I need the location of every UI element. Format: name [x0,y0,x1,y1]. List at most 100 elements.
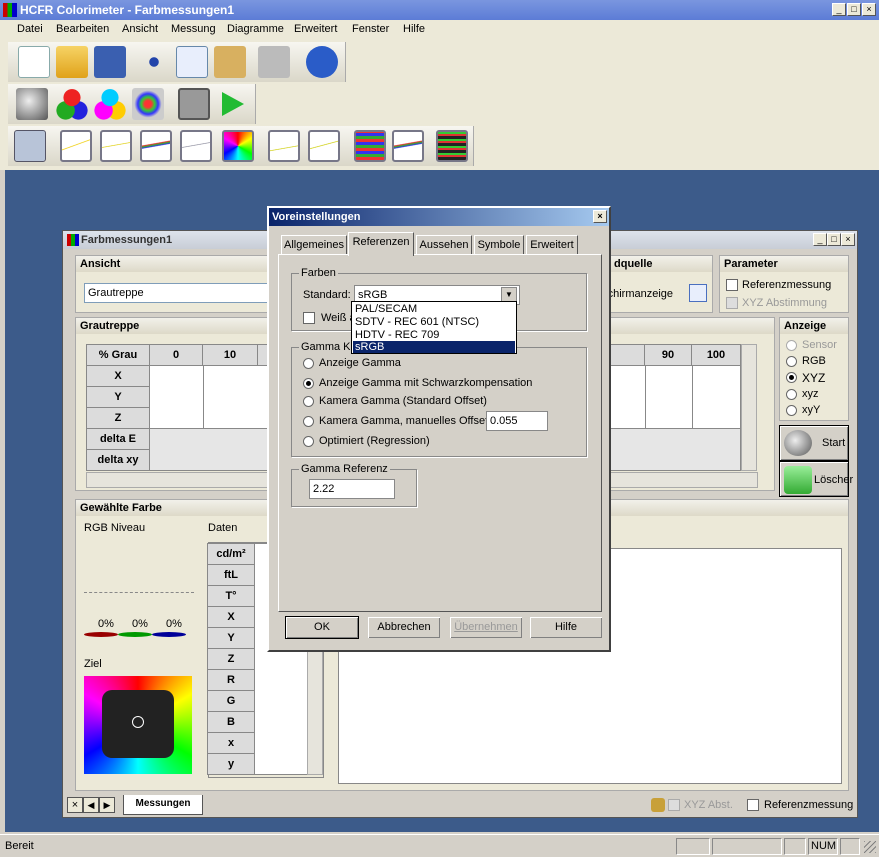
child-maximize-button[interactable]: □ [827,233,841,246]
all-colors-icon[interactable] [132,88,164,120]
sensor-icon[interactable] [16,88,48,120]
play-icon[interactable] [222,92,244,116]
radio-xyz-lower[interactable] [786,389,797,400]
app-title-bar: HCFR Colorimeter - Farbmessungen1 [0,0,879,20]
dropdown-option-selected[interactable]: sRGB [353,341,515,353]
menu-fenster[interactable]: Fenster [352,23,389,35]
radio-gamma-1[interactable] [303,378,314,389]
grid-cells-right-grey[interactable] [589,428,741,471]
radio-gamma-4[interactable] [303,436,314,447]
primary-colors-icon[interactable] [56,88,88,120]
maximize-button[interactable]: □ [847,3,861,16]
radio-gamma-3[interactable] [303,416,314,427]
cie-chart-icon[interactable] [222,130,254,162]
tab-referenzen[interactable]: Referenzen [348,232,414,256]
luminance-graph-icon[interactable] [140,130,172,162]
radio-rgb-label: RGB [802,355,826,367]
rgb-graph-icon[interactable] [100,130,132,162]
apply-button[interactable]: Übernehmen [449,616,523,639]
ok-button[interactable]: OK [285,616,359,639]
ansicht-select[interactable]: Grautreppe [84,283,274,303]
saturation-graph-icon[interactable] [308,130,340,162]
gamma-graph-icon[interactable] [60,130,92,162]
menu-ansicht[interactable]: Ansicht [122,23,158,35]
menu-datei[interactable]: Datei [17,23,43,35]
ref-checkbox[interactable] [726,279,738,291]
copy-icon[interactable] [176,46,208,78]
menu-erweitert[interactable]: Erweitert [294,23,337,35]
row-header: delta E [86,428,150,450]
tab-erweitert[interactable]: Erweitert [526,235,578,255]
colortemp-graph-icon[interactable] [180,130,212,162]
radio-gamma-0[interactable] [303,358,314,369]
app-icon [3,3,17,17]
vertical-scrollbar[interactable] [741,344,757,471]
xyz-label: XYZ Abstimmung [742,297,827,309]
save-icon[interactable] [94,46,126,78]
menu-hilfe[interactable]: Hilfe [403,23,425,35]
gamma-ref-input[interactable]: 2.22 [309,479,395,499]
menu-messung[interactable]: Messung [171,23,216,35]
blue-percent: 0% [166,618,182,630]
new-file-icon[interactable] [18,46,50,78]
tab-close-icon[interactable]: × [67,797,83,813]
radio-sensor-label: Sensor [802,339,837,351]
xyz-checkbox[interactable] [726,297,738,309]
help-icon[interactable] [306,46,338,78]
dialog-close-button[interactable]: × [593,210,607,223]
radio-sensor[interactable] [786,340,797,351]
spectrum-graph-icon[interactable] [436,130,468,162]
gamma-option-label: Kamera Gamma, manuelles Offset [319,415,489,427]
print-icon[interactable] [258,46,290,78]
near-black-graph-icon[interactable] [354,130,386,162]
clear-button[interactable]: Löscher [779,461,853,497]
tab-aussehen[interactable]: Aussehen [416,235,472,255]
col-header: 0 [149,344,203,366]
child-minimize-button[interactable]: _ [813,233,827,246]
open-folder-icon[interactable] [56,46,88,78]
dropdown-option[interactable]: PAL/SECAM [353,303,515,315]
display-settings-icon[interactable] [689,284,707,302]
menu-bar: Datei Bearbeiten Ansicht Messung Diagram… [0,20,879,40]
paste-icon[interactable] [214,46,246,78]
dropdown-option[interactable]: SDTV - REC 601 (NTSC) [353,316,515,328]
menu-bearbeiten[interactable]: Bearbeiten [56,23,109,35]
measurements-view-icon[interactable] [14,130,46,162]
rgb-niveau-label: RGB Niveau [84,522,146,534]
grid-cells[interactable] [149,365,269,429]
bottom-ref-label: Referenzmessung [764,799,854,811]
start-button[interactable]: Start [779,425,849,461]
dropdown-option[interactable]: HDTV - REC 709 [353,329,515,341]
camera-icon[interactable] [178,88,210,120]
radio-gamma-2[interactable] [303,396,314,407]
row-header: delta xy [86,449,150,471]
status-pane [840,838,860,855]
tab-symbole[interactable]: Symbole [474,235,524,255]
minimize-button[interactable]: _ [832,3,846,16]
close-button[interactable]: × [862,3,876,16]
tab-messungen[interactable]: Messungen [123,795,203,815]
daten-row-label: y [207,753,255,775]
deltae-graph-icon[interactable] [268,130,300,162]
tab-prev-icon[interactable]: ◀ [83,797,99,813]
grid-cells-grey[interactable] [149,428,269,471]
cancel-button[interactable]: Abbrechen [367,616,441,639]
menu-diagramme[interactable]: Diagramme [227,23,284,35]
child-close-button[interactable]: × [841,233,855,246]
radio-xyy[interactable] [786,405,797,416]
help-button[interactable]: Hilfe [529,616,603,639]
secondary-colors-icon[interactable] [94,88,126,120]
radio-xyz[interactable] [786,372,797,383]
gamma-option-label: Optimiert (Regression) [319,435,430,447]
cut-icon[interactable] [138,46,170,78]
tab-next-icon[interactable]: ▶ [99,797,115,813]
weiss-checkbox[interactable] [303,312,315,324]
near-white-graph-icon[interactable] [392,130,424,162]
resize-grip-icon[interactable] [864,841,876,853]
xyz-abst-checkbox[interactable] [668,799,680,811]
tab-allgemeines[interactable]: Allgemeines [281,235,347,255]
bottom-ref-checkbox[interactable] [747,799,759,811]
radio-rgb[interactable] [786,356,797,367]
offset-input[interactable]: 0.055 [486,411,548,431]
grid-cells-right[interactable] [589,365,741,429]
